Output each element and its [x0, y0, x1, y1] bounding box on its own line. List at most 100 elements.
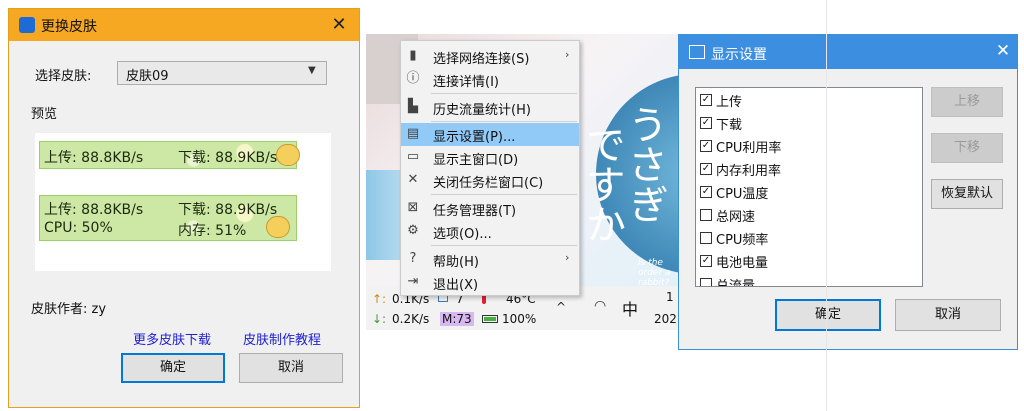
move-down-button[interactable]: 下移	[931, 133, 1003, 163]
battery-icon	[482, 315, 498, 323]
menu-item-traffic-history[interactable]: ▙ 历史流量统计(H)	[401, 96, 579, 119]
close-icon[interactable]: ✕	[993, 41, 1013, 61]
preview-download-text: 下载: 88.9KB/s	[178, 202, 278, 218]
menu-separator	[431, 245, 577, 246]
cancel-button[interactable]: 取消	[895, 299, 1001, 331]
list-item-label: 总网速	[716, 210, 756, 225]
signal-bars-icon: ▮	[409, 48, 417, 63]
list-item-label: CPU利用率	[716, 141, 782, 156]
menu-item-label: 选项(O)...	[433, 227, 492, 242]
checkbox-checked[interactable]: ✓	[700, 163, 712, 175]
tray-battery-value: 100%	[502, 312, 537, 326]
tray-download-value: 0.2K/s	[392, 312, 430, 326]
checkbox-checked[interactable]: ✓	[700, 117, 712, 129]
skin-preview: 上传: 88.8KB/s 下载: 88.9KB/s 上传: 88.8KB/s 下…	[35, 133, 331, 271]
wifi-icon[interactable]: ◠	[594, 298, 606, 314]
checkbox-unchecked[interactable]	[700, 278, 712, 286]
divider	[826, 0, 827, 411]
skin-dialog: 更换皮肤 ✕ 选择皮肤: 皮肤09 ▼ 预览 上传: 88.8KB/s 下载: …	[8, 8, 360, 408]
display-settings-icon	[689, 45, 705, 59]
preview-label: 预览	[31, 107, 58, 122]
checkbox-checked[interactable]: ✓	[700, 94, 712, 106]
list-item-label: 内存利用率	[716, 164, 782, 179]
tray-memory-value: M:73	[440, 312, 474, 326]
preview-upload-text: 上传: 88.8KB/s	[44, 202, 144, 218]
preview-bar-single: 上传: 88.8KB/s 下载: 88.9KB/s	[39, 141, 300, 169]
skin-select-value: 皮肤09	[126, 69, 169, 84]
list-item-label: 下载	[716, 118, 743, 133]
tray-clock-time[interactable]: 1	[666, 290, 674, 304]
skin-tutorial-link[interactable]: 皮肤制作教程	[243, 329, 321, 348]
preview-bar-double: 上传: 88.8KB/s 下载: 88.9KB/s CPU: 50% 内存: 5…	[39, 195, 297, 241]
menu-item-display-settings[interactable]: ▤ 显示设置(P)...	[401, 123, 579, 146]
art-title-vertical: ですか	[579, 124, 625, 244]
menu-separator	[431, 194, 577, 195]
reset-default-button[interactable]: 恢复默认	[931, 179, 1003, 209]
preview-download-text: 下载: 88.9KB/s	[178, 150, 278, 166]
preview-cpu-text: CPU: 50%	[44, 220, 113, 236]
display-settings-icon: ▤	[406, 126, 420, 141]
display-settings-dialog: 显示设置 ✕ ✓ 上传 ✓ 下载 ✓ CPU利用率 ✓ 内存利用率 ✓ CPU温…	[678, 34, 1018, 350]
show-hidden-icons-caret[interactable]: ^	[556, 300, 566, 314]
cancel-button[interactable]: 取消	[239, 353, 343, 383]
checkbox-checked[interactable]: ✓	[700, 140, 712, 152]
move-up-button[interactable]: 上移	[931, 87, 1003, 117]
menu-item-label: 任务管理器(T)	[433, 204, 517, 219]
menu-item-task-manager[interactable]: ⊠ 任务管理器(T)	[401, 197, 579, 220]
submenu-arrow-icon: ›	[565, 48, 570, 61]
memory-badge: M:73	[440, 312, 474, 326]
main-window-icon: ▭	[406, 149, 420, 164]
checkbox-checked[interactable]: ✓	[700, 255, 712, 267]
bunny-icon	[266, 216, 290, 238]
list-item-label: 上传	[716, 95, 743, 110]
help-icon: ?	[409, 251, 417, 266]
ok-button[interactable]: 确定	[775, 299, 881, 331]
tray-clock-date[interactable]: 202	[654, 312, 677, 326]
skin-author: 皮肤作者: zy	[31, 302, 107, 317]
context-menu: ▮ 选择网络连接(S) › ⓘ 连接详情(I) ▙ 历史流量统计(H) ▤ 显示…	[400, 40, 580, 296]
chevron-down-icon: ▼	[308, 65, 316, 76]
art-title-vertical: うさぎ	[621, 104, 667, 224]
menu-item-show-main-window[interactable]: ▭ 显示主窗口(D)	[401, 146, 579, 169]
download-arrow-icon: ↓:	[372, 312, 387, 326]
menu-item-label: 退出(X)	[433, 278, 479, 293]
checkbox-checked[interactable]: ✓	[700, 186, 712, 198]
exit-icon: ⇥	[407, 274, 419, 289]
menu-item-options[interactable]: ⚙ 选项(O)...	[401, 220, 579, 243]
checkbox-unchecked[interactable]	[700, 209, 712, 221]
app-icon	[19, 17, 35, 33]
checkbox-unchecked[interactable]	[700, 232, 712, 244]
ok-button[interactable]: 确定	[121, 353, 225, 383]
preview-memory-text: 内存: 51%	[178, 223, 247, 239]
bar-chart-icon: ▙	[408, 99, 418, 114]
info-icon: ⓘ	[406, 71, 420, 86]
menu-separator	[431, 121, 577, 122]
skin-select[interactable]: 皮肤09 ▼	[117, 61, 327, 85]
menu-item-label: 选择网络连接(S)	[433, 52, 530, 67]
list-item-label: 电池电量	[716, 256, 769, 271]
list-item-label: 总流量	[716, 279, 756, 287]
ime-indicator[interactable]: 中	[622, 296, 638, 320]
menu-item-label: 显示设置(P)...	[433, 130, 516, 145]
menu-item-connection-details[interactable]: ⓘ 连接详情(I)	[401, 68, 579, 91]
display-items-list[interactable]: ✓ 上传 ✓ 下载 ✓ CPU利用率 ✓ 内存利用率 ✓ CPU温度 总网速 C…	[695, 87, 923, 287]
display-settings-titlebar[interactable]: 显示设置 ✕	[679, 35, 1017, 69]
bunny-icon	[276, 144, 300, 166]
menu-item-close-taskbar-window[interactable]: ✕ 关闭任务栏窗口(C)	[401, 169, 579, 192]
skin-select-label: 选择皮肤:	[35, 69, 92, 84]
list-item-label: CPU温度	[716, 187, 769, 202]
task-manager-icon: ⊠	[407, 200, 419, 215]
list-scrollbar[interactable]	[922, 88, 923, 286]
more-skins-link[interactable]: 更多皮肤下载	[133, 329, 211, 348]
menu-item-exit[interactable]: ⇥ 退出(X)	[401, 271, 579, 294]
menu-item-help[interactable]: ? 帮助(H) ›	[401, 248, 579, 271]
skin-titlebar[interactable]: 更换皮肤 ✕	[9, 9, 359, 41]
menu-item-select-network[interactable]: ▮ 选择网络连接(S) ›	[401, 45, 579, 68]
list-item-label: CPU频率	[716, 233, 769, 248]
menu-item-label: 关闭任务栏窗口(C)	[433, 176, 544, 191]
close-x-icon: ✕	[407, 172, 419, 187]
menu-item-label: 历史流量统计(H)	[433, 103, 531, 118]
preview-upload-text: 上传: 88.8KB/s	[44, 150, 144, 166]
upload-arrow-icon: ↑:	[372, 292, 387, 306]
close-icon[interactable]: ✕	[327, 13, 351, 37]
